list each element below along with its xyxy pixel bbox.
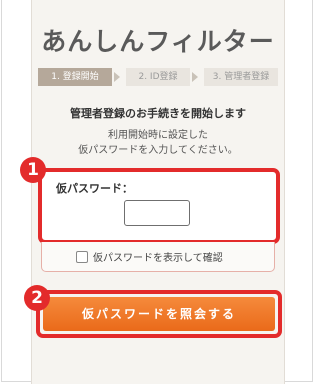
step-arrow-icon — [114, 72, 120, 82]
step-indicator: 1. 登録開始 2. ID登録 3. 管理者登録 — [38, 68, 278, 86]
step-number-badge-1: 1 — [20, 157, 46, 183]
show-password-checkbox[interactable] — [76, 250, 88, 263]
show-password-row[interactable]: 仮パスワードを表示して確認 — [76, 249, 223, 264]
intro-line-1: 利用開始時に設定した — [108, 130, 208, 141]
intro-heading: 管理者登録のお手続きを開始します — [70, 107, 246, 120]
step-2: 2. ID登録 — [126, 68, 190, 86]
step-number-badge-2: 2 — [24, 285, 50, 311]
step-1: 1. 登録開始 — [38, 68, 112, 86]
app-title: あんしんフィルター — [41, 27, 275, 56]
step-arrow-icon — [192, 72, 198, 82]
step-3: 3. 管理者登録 — [204, 68, 278, 86]
verify-password-button[interactable]: 仮パスワードを照会する — [43, 297, 275, 331]
show-password-label: 仮パスワードを表示して確認 — [93, 253, 223, 264]
intro-line-2: 仮パスワードを入力してください。 — [78, 145, 238, 156]
password-label: 仮パスワード： — [56, 182, 133, 195]
password-input[interactable] — [124, 200, 190, 226]
